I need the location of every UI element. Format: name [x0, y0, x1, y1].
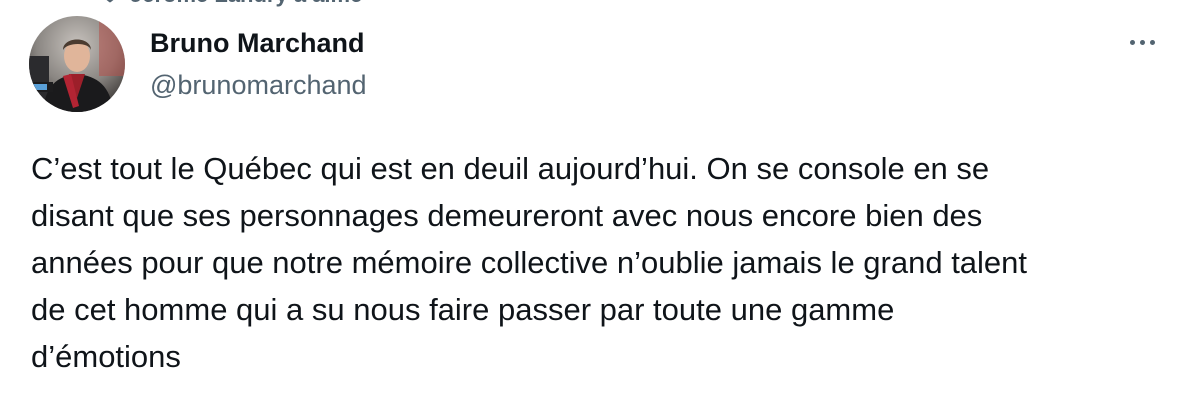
tweet-card[interactable]: Jérôme Landry a aimé Bruno Marchand [0, 0, 1182, 402]
author-block: Bruno Marchand @brunomarchand [150, 27, 367, 101]
more-horizontal-icon[interactable] [1124, 30, 1160, 54]
avatar-photo [29, 16, 125, 112]
social-context-label: Jérôme Landry a aimé [130, 0, 362, 8]
author-display-name[interactable]: Bruno Marchand [150, 27, 367, 59]
avatar[interactable] [29, 16, 125, 112]
author-handle[interactable]: @brunomarchand [150, 69, 367, 101]
more-dot [1149, 39, 1155, 45]
more-dot [1129, 39, 1135, 45]
heart-icon [106, 0, 114, 3]
tweet-text: C’est tout le Québec qui est en deuil au… [31, 151, 1028, 374]
social-context[interactable]: Jérôme Landry a aimé [100, 0, 362, 8]
more-dot [1139, 39, 1145, 45]
